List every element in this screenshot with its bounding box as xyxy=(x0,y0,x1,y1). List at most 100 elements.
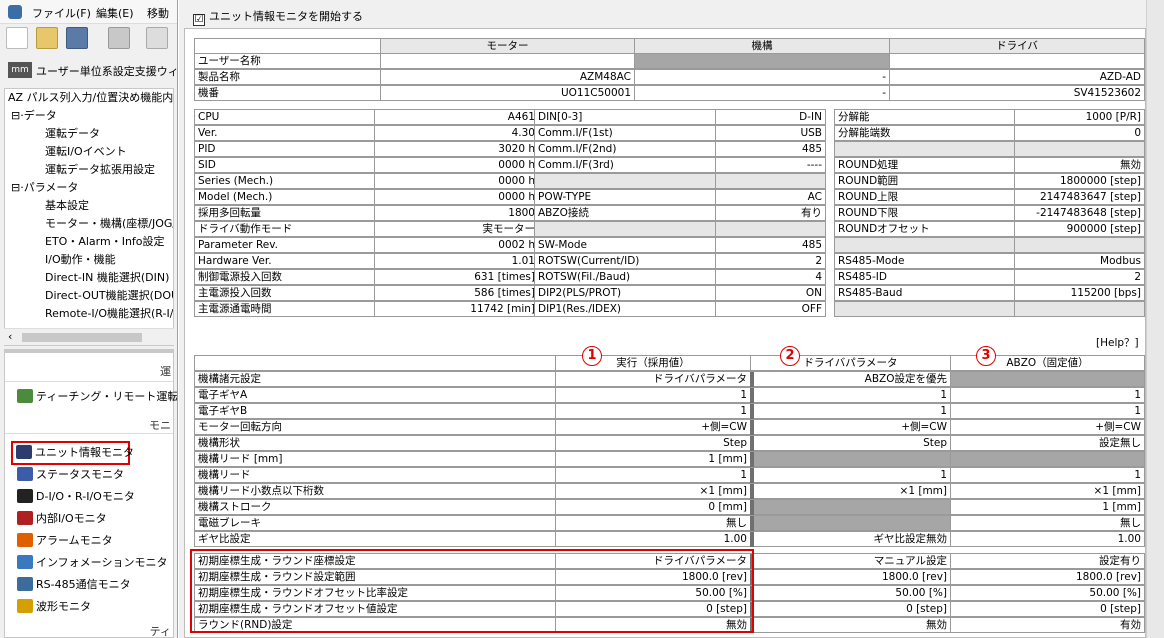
status-label: DIN[0-3] xyxy=(534,109,716,125)
tree-hscrollbar[interactable]: ‹ xyxy=(4,328,174,345)
tree-item[interactable]: Remote-I/O機能選択(R-I/ xyxy=(45,305,173,323)
param-value-v1: 0 [mm] xyxy=(555,499,751,515)
teaching-icon xyxy=(17,389,33,403)
param-label: 機構形状 xyxy=(194,435,556,451)
tree-item[interactable]: Direct-OUT機能選択(DOU xyxy=(45,287,173,305)
tree-item[interactable]: 運転データ拡張用設定 xyxy=(45,161,155,179)
save-icon[interactable] xyxy=(66,27,88,49)
tree-item[interactable]: 運転I/Oイベント xyxy=(45,143,127,161)
param-value-v2: ×1 [mm] xyxy=(750,483,951,499)
tree-node-data[interactable]: ⊟·データ xyxy=(11,107,57,125)
vertical-scrollbar[interactable] xyxy=(1146,0,1164,638)
param-value-v3 xyxy=(950,451,1145,467)
menu-edit[interactable]: 編集(E) xyxy=(96,5,134,21)
start-monitor-checkbox[interactable]: ☑ ユニット情報モニタを開始する xyxy=(193,8,363,26)
status-value: 0000 h xyxy=(374,189,539,205)
status-icon xyxy=(17,467,33,481)
checkbox-icon[interactable]: ☑ xyxy=(193,14,205,26)
status-value: 4 xyxy=(715,269,826,285)
scroll-left-icon[interactable]: ‹ xyxy=(8,330,12,343)
nav-waveform-monitor[interactable]: 波形モニタ xyxy=(17,597,91,617)
param-value-v2: 1 xyxy=(750,467,951,483)
status-value: 1.01 xyxy=(374,253,539,269)
group-header-run[interactable]: 運 xyxy=(160,363,171,379)
status-label: Hardware Ver. xyxy=(194,253,375,269)
param-value-v2: ギヤ比設定無効 xyxy=(750,531,951,547)
nav-teaching-remote[interactable]: ティーチング・リモート運転 xyxy=(17,387,177,407)
status-label xyxy=(834,237,1015,253)
status-label: Comm.I/F(1st) xyxy=(534,125,716,141)
rs485-icon xyxy=(17,577,33,591)
status-label: 分解能 xyxy=(834,109,1015,125)
status-label: Ver. xyxy=(194,125,375,141)
status-value: 1800000 [step] xyxy=(1014,173,1145,189)
nav-information-monitor[interactable]: インフォメーションモニタ xyxy=(17,553,167,573)
status-value xyxy=(715,173,826,189)
status-label: 主電源通電時間 xyxy=(194,301,375,317)
param-label: 電子ギヤA xyxy=(194,387,556,403)
expand-icon[interactable]: ⊟· xyxy=(11,181,24,194)
status-value: 1000 [P/R] xyxy=(1014,109,1145,125)
status-value: 0002 h xyxy=(374,237,539,253)
tree-item[interactable]: ETO・Alarm・Info設定 xyxy=(45,233,165,251)
group-header-teaching[interactable]: ティ xyxy=(150,623,171,638)
nav-internal-io-monitor[interactable]: 内部I/Oモニタ xyxy=(17,509,107,529)
tree-root[interactable]: AZ パルス列入力/位置決め機能内 xyxy=(8,89,173,107)
status-value: 0 xyxy=(1014,125,1145,141)
param-value-v3: 0 [step] xyxy=(950,601,1145,617)
nav-dio-rio-monitor[interactable]: D-I/O・R-I/Oモニタ xyxy=(17,487,135,507)
tree-node-params[interactable]: ⊟·パラメータ xyxy=(11,179,78,197)
tree-item[interactable]: 運転データ xyxy=(45,125,100,143)
copy-icon[interactable] xyxy=(146,27,168,49)
nav-alarm-monitor[interactable]: アラームモニタ xyxy=(17,531,113,551)
param-value-v3: +側=CW xyxy=(950,419,1145,435)
highlight-box xyxy=(190,549,754,633)
menu-file[interactable]: ファイル(F) xyxy=(32,5,91,21)
param-label: 機構リード xyxy=(194,467,556,483)
status-label: Model (Mech.) xyxy=(194,189,375,205)
status-label: Comm.I/F(2nd) xyxy=(534,141,716,157)
scroll-thumb[interactable] xyxy=(22,333,142,342)
param-value-v1: 1 [mm] xyxy=(555,451,751,467)
internal-io-icon xyxy=(17,511,33,525)
row-label: ユーザー名称 xyxy=(194,53,381,69)
status-label xyxy=(534,173,716,189)
unit-assist-toolbar: mm ユーザー単位系設定支援ウィ xyxy=(0,52,177,88)
param-value-v1: ドライバパラメータ xyxy=(555,371,751,387)
user-name-motor[interactable] xyxy=(380,53,635,69)
io-icon xyxy=(17,489,33,503)
status-label: ROUND下限 xyxy=(834,205,1015,221)
toolbar xyxy=(0,24,177,52)
param-value-v2: マニュアル設定 xyxy=(750,553,951,569)
param-value-v1: 無し xyxy=(555,515,751,531)
status-value: 1800 xyxy=(374,205,539,221)
status-value: -2147483648 [step] xyxy=(1014,205,1145,221)
status-label: 制御電源投入回数 xyxy=(194,269,375,285)
app-icon xyxy=(8,5,22,19)
group-header-monitor[interactable]: モニ xyxy=(149,417,171,433)
new-file-icon[interactable] xyxy=(6,27,28,49)
open-folder-icon[interactable] xyxy=(36,27,58,49)
status-value: USB xyxy=(715,125,826,141)
unit-assist-label[interactable]: ユーザー単位系設定支援ウィ xyxy=(36,63,177,79)
param-value-v2: 1800.0 [rev] xyxy=(750,569,951,585)
start-monitor-label: ユニット情報モニタを開始する xyxy=(209,10,363,23)
status-value: OFF xyxy=(715,301,826,317)
status-value: 2147483647 [step] xyxy=(1014,189,1145,205)
print-icon[interactable] xyxy=(108,27,130,49)
alarm-icon xyxy=(17,533,33,547)
param-value-v3: 1 xyxy=(950,467,1145,483)
help-link[interactable]: [Help？] xyxy=(1096,335,1139,350)
tree-item[interactable]: I/O動作・機能 xyxy=(45,251,116,269)
nav-rs485-monitor[interactable]: RS-485通信モニタ xyxy=(17,575,131,595)
status-value: Modbus xyxy=(1014,253,1145,269)
status-value: 2 xyxy=(715,253,826,269)
status-value: 3020 h xyxy=(374,141,539,157)
tree-item[interactable]: 基本設定 xyxy=(45,197,89,215)
tree-item[interactable]: モーター・機構(座標/JOG/ xyxy=(45,215,173,233)
user-name-driver[interactable] xyxy=(889,53,1145,69)
expand-icon[interactable]: ⊟· xyxy=(11,109,24,122)
nav-status-monitor[interactable]: ステータスモニタ xyxy=(17,465,124,485)
menu-move[interactable]: 移動 xyxy=(147,5,169,21)
tree-item[interactable]: Direct-IN 機能選択(DIN) xyxy=(45,269,169,287)
